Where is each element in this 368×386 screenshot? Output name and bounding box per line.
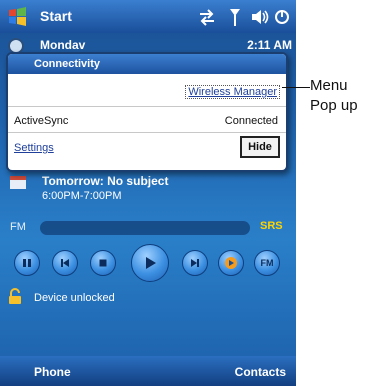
status-icons[interactable] <box>196 6 292 28</box>
srs-label[interactable]: SRS <box>260 220 283 232</box>
padlock-icon <box>9 288 21 304</box>
signal-antenna-icon <box>230 9 240 26</box>
appointment-title: Tomorrow: No subject <box>42 174 169 188</box>
appointment-row[interactable]: Tomorrow: No subject 6:00PM-7:00PM <box>0 172 296 206</box>
softkey-bar: Phone Contacts <box>0 356 296 386</box>
calendar-icon <box>10 176 26 189</box>
sync-arrows-icon <box>200 9 214 26</box>
wireless-manager-link[interactable]: Wireless Manager <box>185 85 280 99</box>
popup-divider <box>8 132 286 133</box>
previous-button[interactable] <box>52 250 78 276</box>
next-track-icon <box>191 259 199 267</box>
speaker-volume-icon <box>252 10 269 24</box>
annotation-pointer-line <box>282 87 310 88</box>
contacts-softkey[interactable]: Contacts <box>235 365 286 379</box>
seek-bar[interactable] <box>40 221 250 235</box>
pause-icon <box>23 259 31 267</box>
play-button[interactable] <box>131 244 169 282</box>
settings-link[interactable]: Settings <box>14 142 54 154</box>
popup-title: Connectivity <box>8 54 286 74</box>
date-text: Mondav <box>40 38 86 52</box>
stop-icon <box>99 259 107 267</box>
next-button[interactable] <box>182 250 208 276</box>
battery-power-icon <box>275 10 289 24</box>
start-menu-title[interactable]: Start <box>40 8 72 24</box>
popup-divider <box>8 106 286 107</box>
media-bar: FM SRS FM <box>0 214 296 286</box>
windows-logo-icon[interactable] <box>7 6 29 27</box>
activesync-status: Connected <box>224 115 278 127</box>
stop-button[interactable] <box>90 250 116 276</box>
fm-button[interactable]: FM <box>254 250 280 276</box>
previous-track-icon <box>61 259 69 267</box>
annotation-label: Menu Pop up <box>310 77 358 114</box>
title-bar: Start <box>0 0 296 33</box>
time-text[interactable]: 2:11 AM <box>247 38 292 52</box>
appointment-time: 6:00PM-7:00PM <box>42 190 122 202</box>
media-player-icon <box>225 257 237 269</box>
lock-row[interactable]: Device unlocked <box>0 286 296 308</box>
play-icon <box>146 257 156 269</box>
phone-softkey[interactable]: Phone <box>34 365 71 379</box>
fm-label: FM <box>10 221 26 233</box>
hide-button[interactable]: Hide <box>240 136 280 158</box>
media-player-button[interactable] <box>218 250 244 276</box>
activesync-label: ActiveSync <box>14 115 69 127</box>
pause-button[interactable] <box>14 250 40 276</box>
device-screen: Start Mondav 2:11 AM Tomorrow: No subjec… <box>0 0 296 386</box>
connectivity-popup: Connectivity Wireless Manager ActiveSync… <box>6 52 288 172</box>
fm-button-label: FM <box>260 258 274 268</box>
lock-status-text: Device unlocked <box>34 292 115 304</box>
